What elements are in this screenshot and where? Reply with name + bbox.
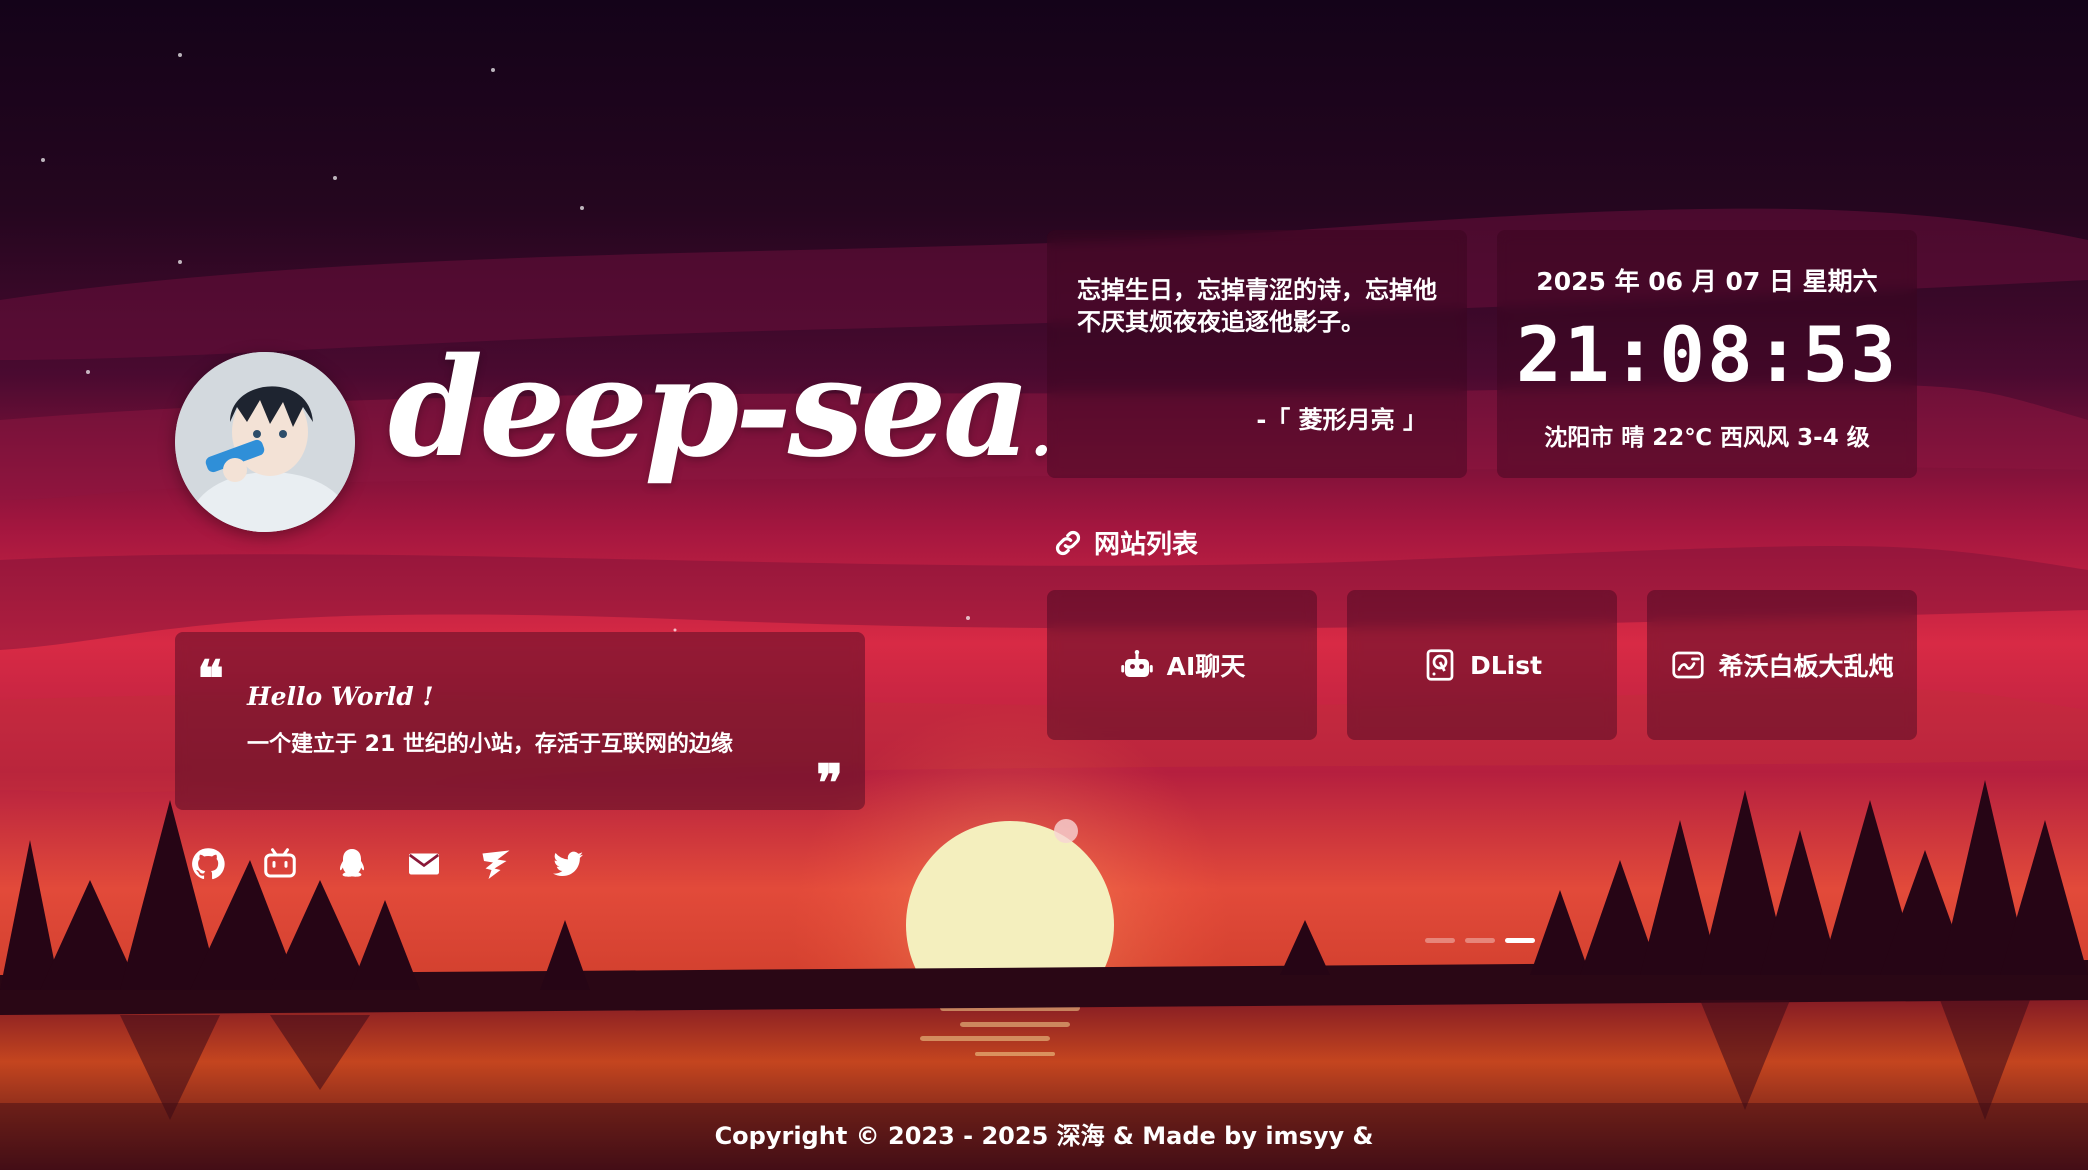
sunset-background: [0, 0, 2088, 1170]
qq-icon[interactable]: [334, 846, 370, 882]
pager-dot[interactable]: [1465, 938, 1495, 943]
whiteboard-icon: [1670, 647, 1706, 683]
footer-copyright: Copyright © 2023 - 2025 深海 & Made by ims…: [0, 1103, 2088, 1170]
site-list-title: 网站列表: [1094, 530, 1199, 560]
hitokoto-card[interactable]: 忘掉生日，忘掉青涩的诗，忘掉他不厌其烦夜夜追逐他影子。 -「 菱形月亮 」: [1047, 230, 1467, 478]
twitter-icon[interactable]: [550, 846, 586, 882]
social-links: [190, 846, 586, 882]
logo-text: deep-sea: [388, 328, 1031, 488]
quote-open-icon: ❝: [197, 649, 224, 708]
site-link-label: DList: [1469, 650, 1543, 680]
site-logo: deep-sea.: [388, 340, 1052, 476]
feather-icon[interactable]: [478, 846, 514, 882]
bilibili-icon[interactable]: [262, 846, 298, 882]
intro-card[interactable]: ❝ Hello World ! 一个建立于 21 世纪的小站，存活于互联网的边缘…: [175, 632, 865, 810]
quote-close-icon: ❞: [816, 753, 843, 812]
github-icon[interactable]: [190, 846, 226, 882]
weather-text: 沈阳市 晴 22℃ 西风风 3-4 级: [1544, 425, 1870, 451]
clock-time: 21:08:53: [1515, 310, 1899, 399]
email-icon[interactable]: [406, 846, 442, 882]
robot-icon: [1119, 647, 1155, 683]
link-icon: [1052, 527, 1084, 559]
hitokoto-source: -「 菱形月亮 」: [1256, 406, 1427, 434]
drive-icon: [1422, 647, 1458, 683]
site-link-ai-chat[interactable]: AI聊天: [1047, 590, 1317, 740]
intro-description: 一个建立于 21 世纪的小站，存活于互联网的边缘: [247, 732, 733, 757]
time-weather-card: 2025 年 06 月 07 日 星期六 21:08:53 沈阳市 晴 22℃ …: [1497, 230, 1917, 478]
site-link-label: AI聊天: [1166, 652, 1246, 681]
carousel-pager: [1425, 938, 1535, 943]
hello-text: Hello World !: [247, 682, 434, 711]
site-link-whiteboard[interactable]: 希沃白板大乱炖: [1647, 590, 1917, 740]
site-link-dlist[interactable]: DList: [1347, 590, 1617, 740]
hitokoto-text: 忘掉生日，忘掉青涩的诗，忘掉他不厌其烦夜夜追逐他影子。: [1077, 276, 1437, 336]
avatar[interactable]: [175, 352, 355, 532]
site-list-header: 网站列表: [1052, 524, 1198, 561]
pager-dot-active[interactable]: [1505, 938, 1535, 943]
pager-dot[interactable]: [1425, 938, 1455, 943]
site-link-label: 希沃白板大乱炖: [1718, 652, 1894, 681]
date-text: 2025 年 06 月 07 日 星期六: [1536, 267, 1878, 296]
